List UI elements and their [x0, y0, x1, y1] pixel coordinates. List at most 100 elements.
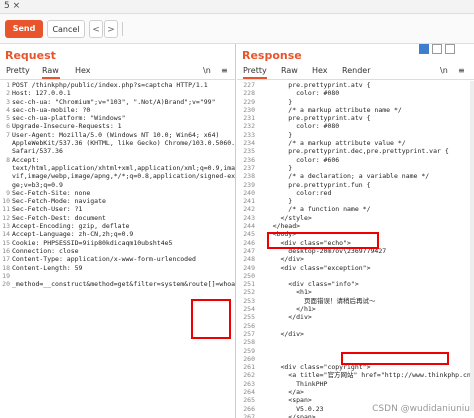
- request-line: 10 Sec-Fetch-Mode: navigate: [0, 197, 235, 205]
- response-body[interactable]: 227 pre.prettyprint.atv {228 color: #080…: [237, 81, 474, 418]
- highlight-box-version: [341, 352, 449, 365]
- line-text: }: [257, 197, 293, 206]
- line-number: 15: [2, 238, 10, 247]
- request-line: text/html,application/xhtml+xml,applicat…: [0, 164, 235, 172]
- line-text: }: [257, 130, 293, 139]
- highlight-box-payload: [191, 299, 231, 339]
- line-number: 255: [243, 313, 255, 322]
- line-text: color: #080: [257, 89, 340, 98]
- request-tab-pretty[interactable]: Pretty: [6, 64, 30, 79]
- newline-toggle-icon[interactable]: \n: [440, 64, 452, 79]
- layout-toggle-icons[interactable]: [419, 44, 455, 58]
- line-text: </a>: [257, 387, 304, 396]
- response-scrollbar[interactable]: [470, 81, 474, 411]
- line-number: 247: [243, 246, 255, 255]
- horizontal-view-icon[interactable]: [432, 44, 442, 54]
- line-number: 238: [243, 172, 255, 181]
- menu-icon[interactable]: ≡: [458, 64, 468, 79]
- back-button[interactable]: <: [89, 20, 103, 38]
- line-text: Sec-Fetch-Mode: navigate: [12, 197, 106, 206]
- request-line: 6 Upgrade-Insecure-Requests: 1: [0, 122, 235, 130]
- line-number: 236: [243, 155, 255, 164]
- response-line: 236 color: #606: [237, 156, 474, 164]
- request-line: 15 Cookie: PHPSESSID=9iip80kdicaqm10ubsht…: [0, 239, 235, 247]
- line-number: 265: [243, 396, 255, 405]
- line-number: 237: [243, 163, 255, 172]
- line-number: 8: [6, 155, 10, 164]
- line-number: 263: [243, 379, 255, 388]
- split-view-icon[interactable]: [419, 44, 429, 54]
- line-text: pre.prettyprint.atv {: [257, 114, 371, 123]
- response-line: 241 }: [237, 197, 474, 205]
- response-line: 253 页面错误！请稍后再试～: [237, 297, 474, 305]
- line-number: 228: [243, 89, 255, 98]
- line-text: Safari/537.36: [12, 147, 63, 156]
- request-line: 11 Sec-Fetch-User: ?1: [0, 205, 235, 213]
- request-line: 20 _method=__construct&method=get&filter=…: [0, 280, 235, 288]
- line-number: [0, 164, 10, 172]
- line-text: </div>: [257, 329, 304, 338]
- line-number: [0, 181, 10, 189]
- response-line: 258: [237, 338, 474, 346]
- response-line: 243 </style>: [237, 214, 474, 222]
- send-button[interactable]: Send: [5, 20, 43, 38]
- line-text: _method=__construct&method=get&filter=sy…: [12, 280, 235, 289]
- response-line: 238 /* a declaration; a variable name */: [237, 172, 474, 180]
- line-text: vif,image/webp,image/apng,*/*;q=0.8,appl…: [12, 172, 235, 181]
- line-text: Content-Length: 59: [12, 263, 83, 272]
- request-tabs: Pretty Raw Hex \n ≡: [0, 64, 235, 80]
- line-number: 249: [243, 263, 255, 272]
- vertical-view-icon[interactable]: [445, 44, 455, 54]
- request-line: 18 Content-Length: 59: [0, 264, 235, 272]
- line-number: 248: [243, 255, 255, 264]
- request-line: Safari/537.36: [0, 147, 235, 155]
- line-number: 1: [6, 81, 10, 89]
- response-tab-render[interactable]: Render: [342, 64, 372, 79]
- line-text: Host: 127.0.0.1: [12, 89, 71, 98]
- response-line: 239 pre.prettyprint.fun {: [237, 181, 474, 189]
- line-number: 16: [2, 246, 10, 255]
- line-text: /* a function name */: [257, 205, 371, 214]
- line-text: /* a declaration; a variable name */: [257, 172, 430, 181]
- line-number: 259: [243, 346, 255, 355]
- request-pane: Request Pretty Raw Hex \n ≡ 1 POST /think…: [0, 44, 236, 418]
- line-number: 264: [243, 387, 255, 396]
- response-line: 252 <h1>: [237, 288, 474, 296]
- line-number: 7: [6, 130, 10, 139]
- response-tab-raw[interactable]: Raw: [281, 64, 299, 79]
- line-number: 2: [6, 89, 10, 98]
- response-line: 256: [237, 322, 474, 330]
- response-tab-pretty[interactable]: Pretty: [243, 64, 267, 79]
- line-number: 9: [6, 188, 10, 197]
- menu-icon[interactable]: ≡: [221, 64, 231, 79]
- line-number: 267: [243, 412, 255, 418]
- line-number: 4: [6, 105, 10, 114]
- request-line: 1 POST /thinkphp/public/index.php?s=captc…: [0, 81, 235, 89]
- tab-strip: 5 ×: [0, 0, 474, 14]
- line-number: [0, 172, 10, 180]
- request-tab-hex[interactable]: Hex: [75, 64, 93, 79]
- line-text: Content-Type: application/x-www-form-url…: [12, 255, 196, 264]
- request-tab-raw[interactable]: Raw: [42, 64, 60, 79]
- line-number: 253: [243, 296, 255, 305]
- line-number: 240: [243, 188, 255, 197]
- forward-button[interactable]: >: [104, 20, 118, 38]
- request-tab[interactable]: 5 ×: [4, 0, 32, 14]
- line-text: pre.prettyprint.atv {: [257, 81, 371, 89]
- cancel-button[interactable]: Cancel: [47, 20, 85, 38]
- line-number: 241: [243, 197, 255, 206]
- line-text: /* a markup attribute name */: [257, 105, 402, 114]
- response-tab-hex[interactable]: Hex: [312, 64, 330, 79]
- response-line: 254 </h1>: [237, 305, 474, 313]
- line-text: Sec-Fetch-Dest: document: [12, 213, 106, 222]
- toolbar: Send Cancel < >: [0, 14, 474, 44]
- request-body[interactable]: 1 POST /thinkphp/public/index.php?s=captc…: [0, 81, 235, 418]
- request-line: AppleWebKit/537.36 (KHTML, like Gecko) C…: [0, 139, 235, 147]
- request-line: 14 Accept-Language: zh-CN,zh;q=0.9: [0, 230, 235, 238]
- line-number: 229: [243, 97, 255, 106]
- line-number: 20: [2, 280, 10, 289]
- response-line: 231 pre.prettyprint.atv {: [237, 114, 474, 122]
- newline-toggle-icon[interactable]: \n: [203, 64, 215, 79]
- line-text: 页面错误！请稍后再试～: [257, 296, 376, 305]
- line-text: Sec-Fetch-Site: none: [12, 188, 91, 197]
